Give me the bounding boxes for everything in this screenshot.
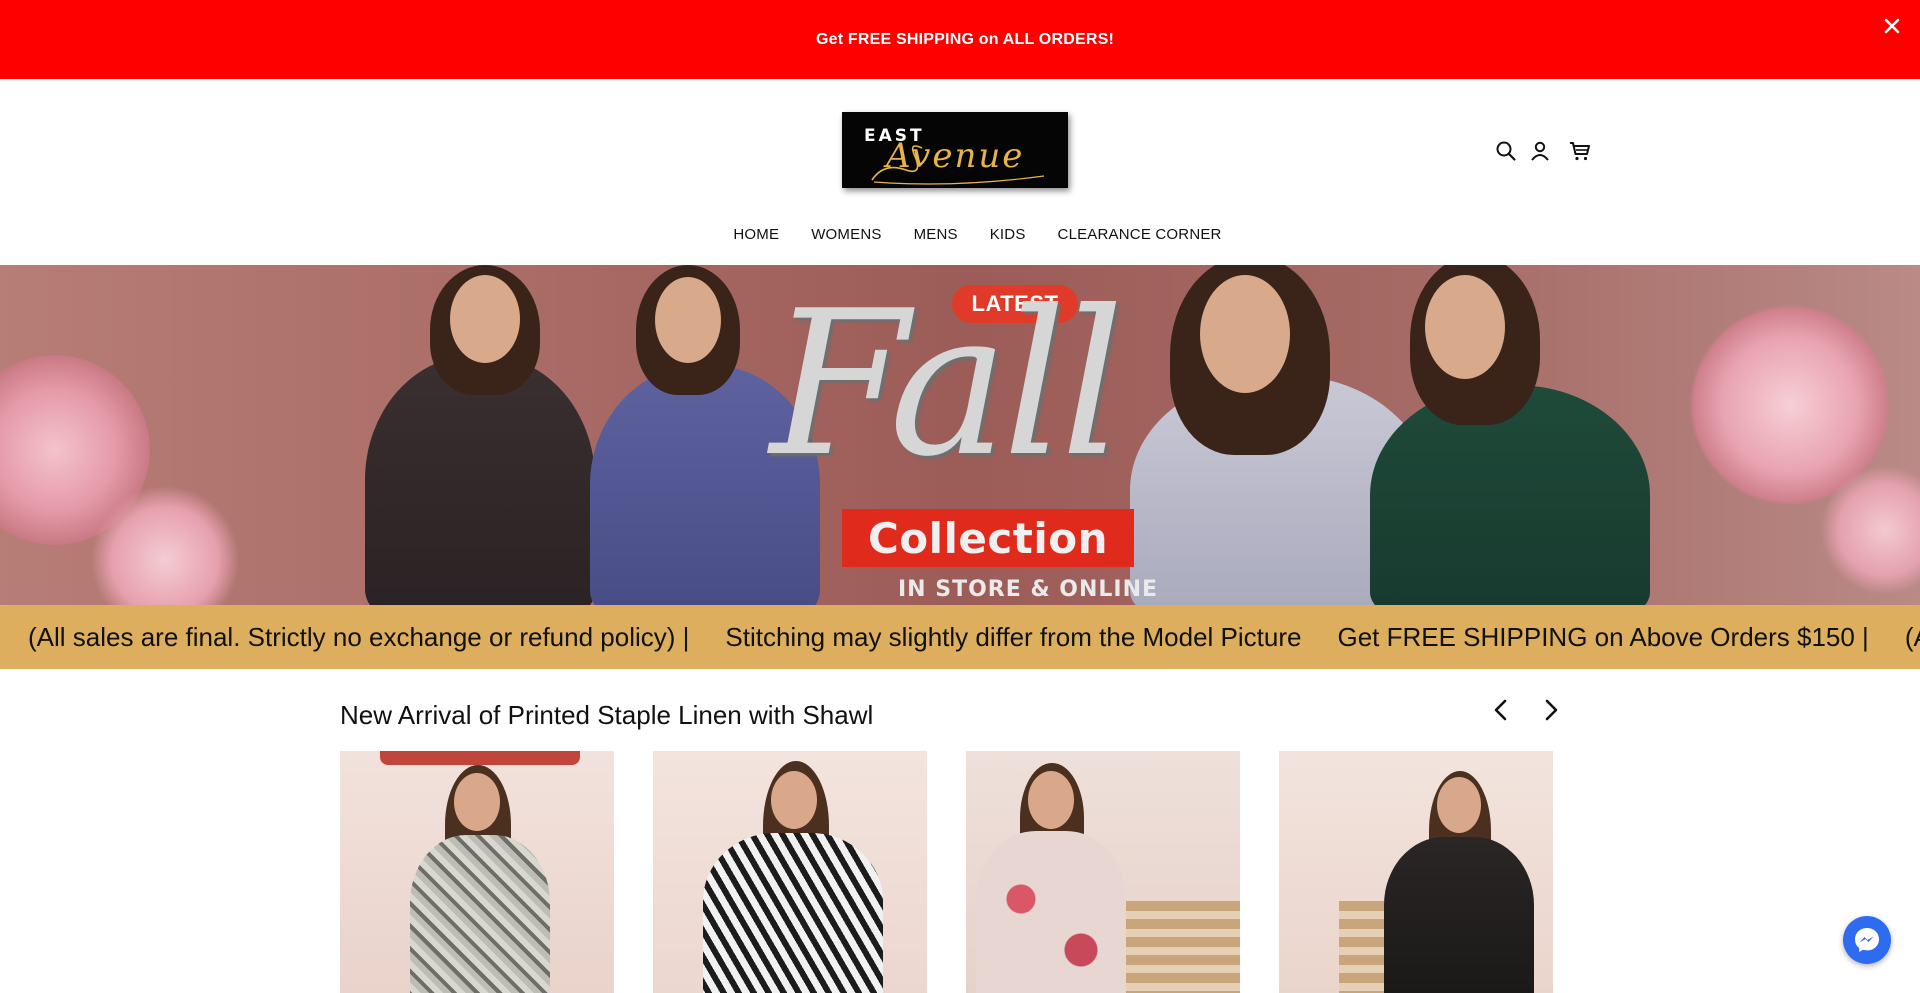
product-carousel-header: New Arrival of Printed Staple Linen with… (340, 699, 1560, 731)
search-icon[interactable] (1494, 139, 1518, 163)
nav-item-home[interactable]: HOME (733, 226, 779, 243)
model-face (1425, 275, 1505, 379)
header-icons (1494, 139, 1592, 163)
collection-box: Collection (842, 509, 1134, 567)
messenger-icon (1855, 928, 1879, 952)
product-card[interactable] (1279, 751, 1553, 993)
hero-tagline: IN STORE & ONLINE (898, 577, 1159, 602)
site-header: EAST Avenue HOME WOMENS MENS KIDS CLEARA… (0, 79, 1920, 265)
product-model-face (1028, 771, 1074, 829)
model-face (1200, 275, 1290, 393)
product-model-face (454, 773, 500, 831)
store-logo[interactable]: EAST Avenue (842, 112, 1068, 188)
nav-item-womens[interactable]: WOMENS (811, 226, 881, 243)
marquee-ticker: (All sales are final. Strictly no exchan… (0, 605, 1920, 669)
product-model-face (771, 771, 817, 829)
product-model-outfit (1384, 837, 1534, 993)
model-face (655, 277, 721, 363)
close-icon[interactable] (1880, 14, 1904, 38)
hero-subheadline: Collection (867, 513, 1109, 563)
account-icon[interactable] (1528, 139, 1552, 163)
product-image-decoration (1116, 901, 1240, 993)
cart-icon[interactable] (1568, 139, 1592, 163)
section-title: New Arrival of Printed Staple Linen with… (340, 700, 874, 730)
logo-text-avenue: Avenue (886, 136, 1025, 176)
ticker-item: (All sales are final. Strictly no exchan… (28, 621, 690, 652)
product-model-outfit (976, 831, 1126, 993)
carousel-arrows (1488, 696, 1584, 724)
main-nav: HOME WOMENS MENS KIDS CLEARANCE CORNER (0, 226, 1920, 243)
product-image-decoration (380, 751, 580, 765)
product-model-face (1437, 777, 1481, 833)
messenger-chat-button[interactable] (1843, 916, 1891, 964)
nav-item-clearance-corner[interactable]: CLEARANCE CORNER (1058, 226, 1222, 243)
ticker-item: Get FREE SHIPPING on Above Orders $150 | (1337, 621, 1869, 652)
ticker-item: Stitching may slightly differ from the M… (725, 621, 1302, 652)
product-model-outfit (703, 833, 883, 993)
product-model-outfit (410, 835, 550, 993)
chevron-right-icon[interactable] (1536, 696, 1564, 724)
chevron-left-icon[interactable] (1488, 696, 1516, 724)
nav-item-mens[interactable]: MENS (914, 226, 958, 243)
announcement-bar: Get FREE SHIPPING on ALL ORDERS! (0, 0, 1920, 79)
hero-banner[interactable]: LATEST Fall Collection IN STORE & ONLINE (0, 265, 1920, 605)
product-card[interactable] (653, 751, 927, 993)
nav-item-kids[interactable]: KIDS (990, 226, 1026, 243)
product-card[interactable] (340, 751, 614, 993)
model-face (450, 275, 520, 363)
product-card[interactable] (966, 751, 1240, 993)
announcement-text: Get FREE SHIPPING on ALL ORDERS! (816, 30, 1114, 48)
ticker-item: (A (1904, 621, 1920, 652)
hero-headline: Fall (770, 268, 1124, 501)
product-grid (340, 751, 1592, 993)
